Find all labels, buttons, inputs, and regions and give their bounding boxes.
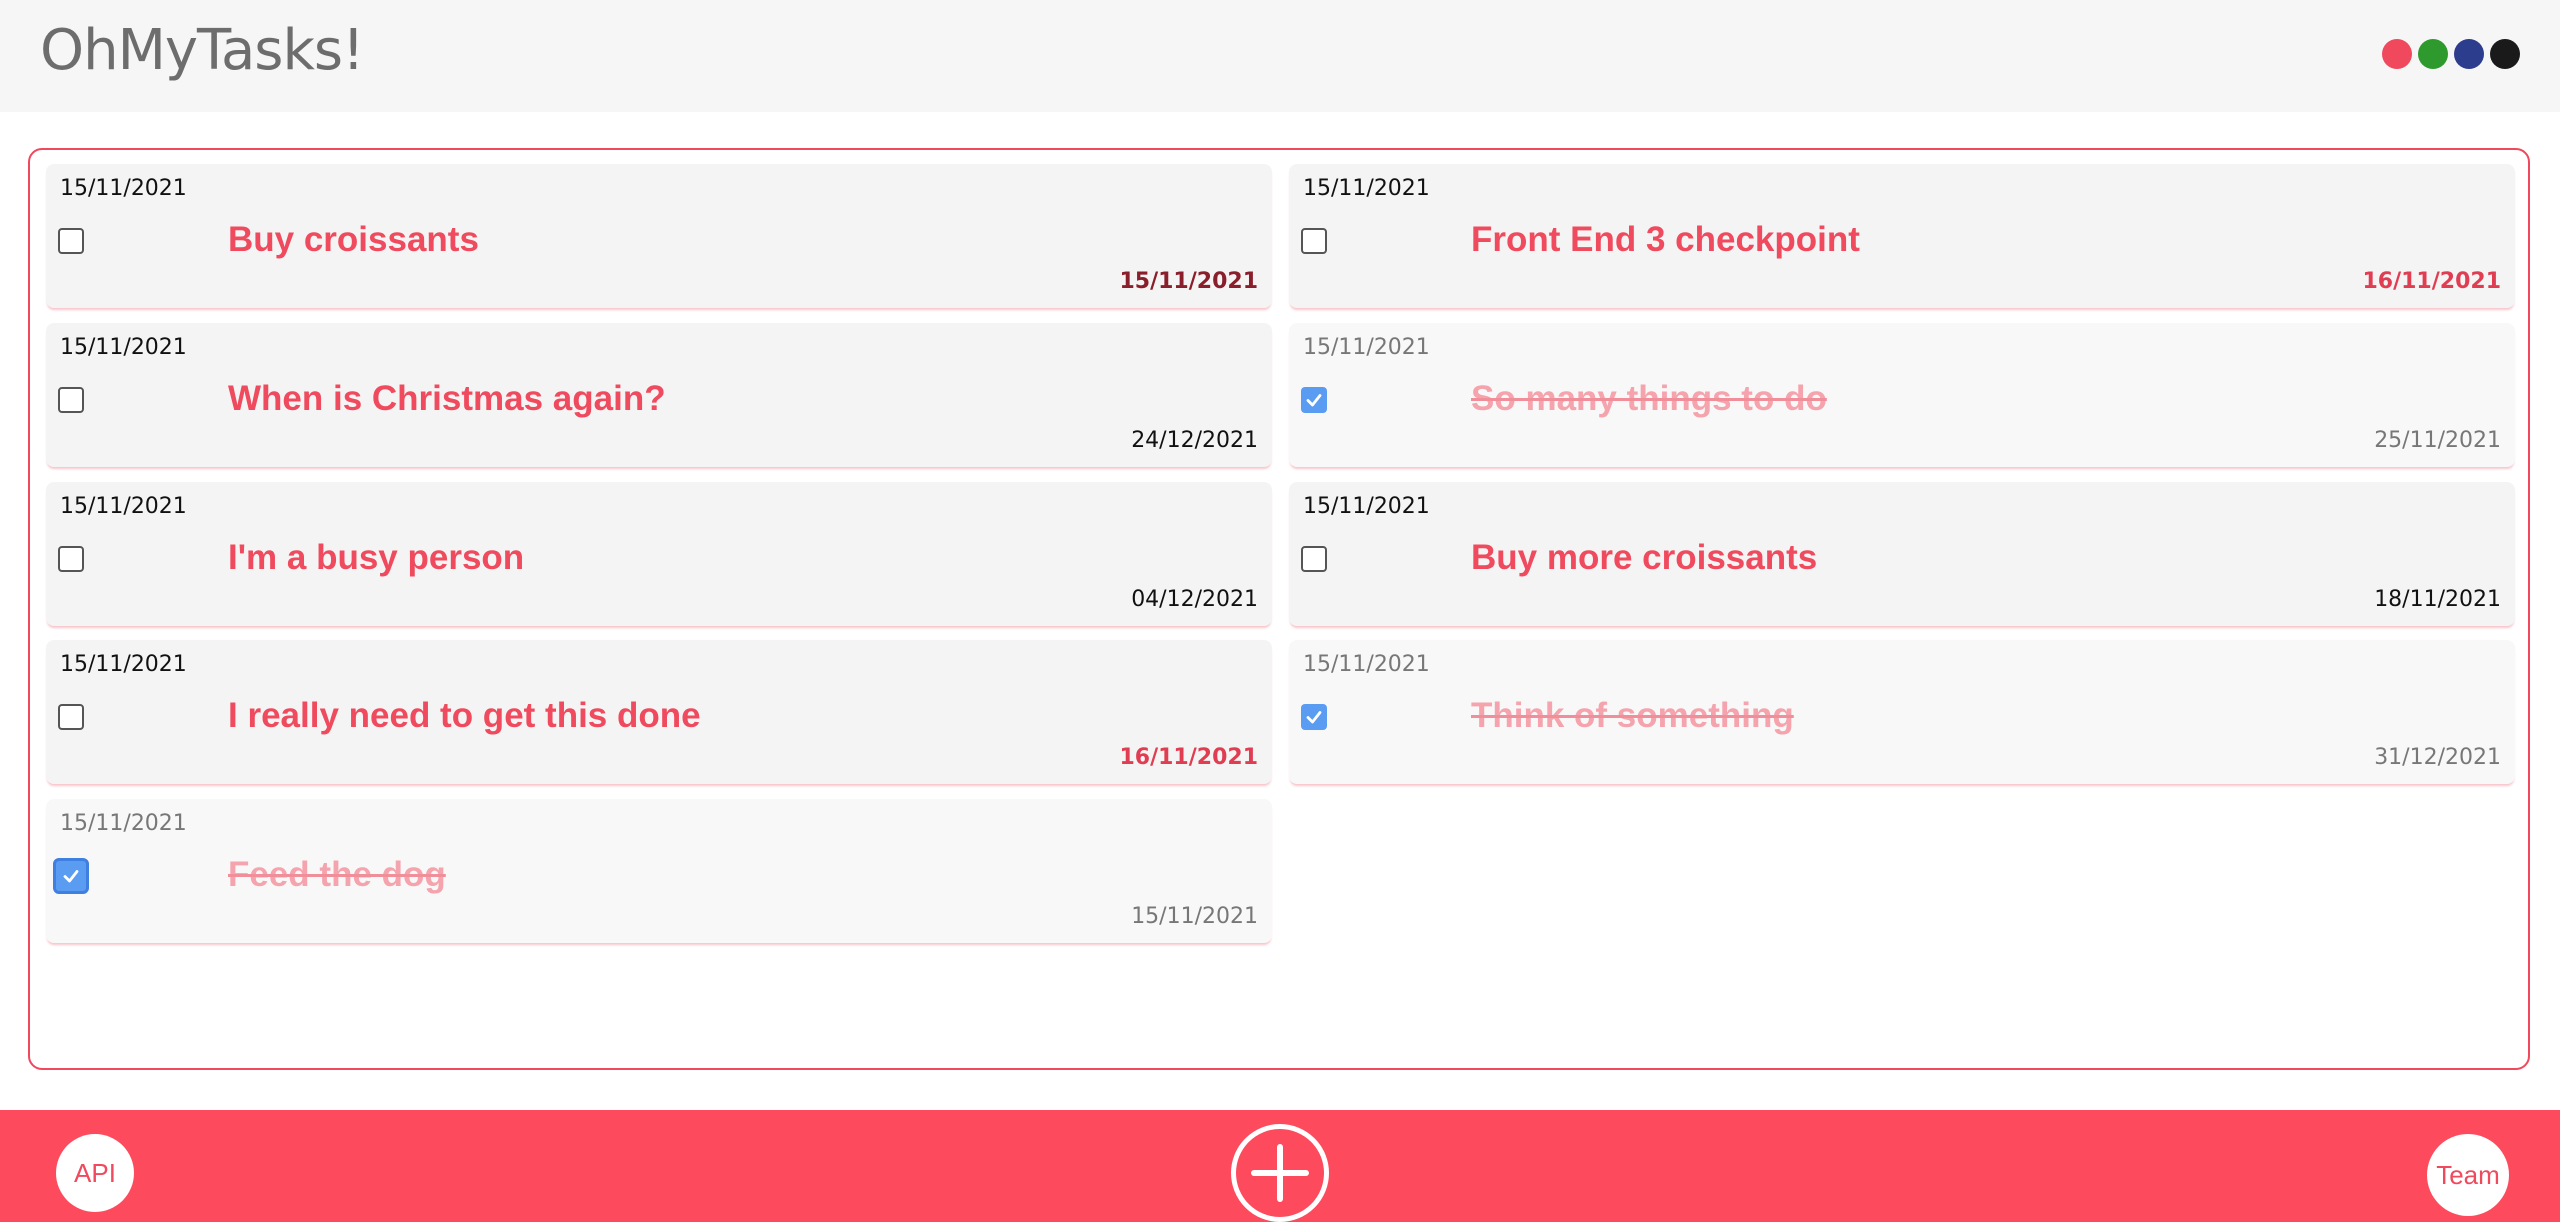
task-checkbox[interactable] <box>58 546 84 572</box>
app-title: OhMyTasks! <box>40 18 365 83</box>
theme-dot-black[interactable] <box>2490 39 2520 69</box>
task-created-date: 15/11/2021 <box>1303 335 1430 360</box>
task-created-date: 15/11/2021 <box>60 494 187 519</box>
task-created-date: 15/11/2021 <box>60 335 187 360</box>
theme-dot-red[interactable] <box>2382 39 2412 69</box>
task-checkbox[interactable] <box>1301 228 1327 254</box>
checkmark-icon <box>1306 394 1322 407</box>
task-title: I really need to get this done <box>228 696 701 735</box>
checkmark-icon <box>1306 711 1322 724</box>
task-created-date: 15/11/2021 <box>1303 176 1430 201</box>
task-title: Buy croissants <box>228 220 479 259</box>
task-checkbox[interactable] <box>53 858 89 894</box>
task-card: 15/11/2021 Buy croissants 15/11/2021 <box>46 164 1272 308</box>
add-task-button[interactable] <box>1231 1124 1329 1222</box>
task-checkbox[interactable] <box>58 387 84 413</box>
task-created-date: 15/11/2021 <box>60 811 187 836</box>
task-due-date: 31/12/2021 <box>2374 745 2501 770</box>
task-card: 15/11/2021 I really need to get this don… <box>46 640 1272 784</box>
app-footer: API Team <box>0 1110 2560 1222</box>
task-created-date: 15/11/2021 <box>1303 652 1430 677</box>
task-card: 15/11/2021 I'm a busy person 04/12/2021 <box>46 482 1272 626</box>
task-checkbox[interactable] <box>1301 387 1327 413</box>
theme-color-picker <box>2382 39 2520 69</box>
task-checkbox[interactable] <box>1301 546 1327 572</box>
task-card: 15/11/2021 Think of something 31/12/2021 <box>1289 640 2515 784</box>
task-due-date: 16/11/2021 <box>2362 269 2501 294</box>
task-title: So many things to do <box>1471 379 1827 418</box>
task-title: Front End 3 checkpoint <box>1471 220 1860 259</box>
task-due-date: 24/12/2021 <box>1131 428 1258 453</box>
task-card: 15/11/2021 So many things to do 25/11/20… <box>1289 323 2515 467</box>
checkmark-icon <box>63 870 79 883</box>
plus-circle-icon <box>1251 1144 1309 1202</box>
task-title: Feed the dog <box>228 855 446 894</box>
team-button[interactable]: Team <box>2427 1134 2509 1216</box>
task-board: 15/11/2021 Buy croissants 15/11/2021 15/… <box>28 148 2530 1070</box>
task-card: 15/11/2021 Front End 3 checkpoint 16/11/… <box>1289 164 2515 308</box>
task-title: When is Christmas again? <box>228 379 666 418</box>
task-due-date: 16/11/2021 <box>1119 745 1258 770</box>
task-checkbox[interactable] <box>1301 704 1327 730</box>
task-card: 15/11/2021 When is Christmas again? 24/1… <box>46 323 1272 467</box>
task-title: Think of something <box>1471 696 1794 735</box>
task-due-date: 04/12/2021 <box>1131 587 1258 612</box>
task-card: 15/11/2021 Buy more croissants 18/11/202… <box>1289 482 2515 626</box>
api-button[interactable]: API <box>56 1134 134 1212</box>
task-card: 15/11/2021 Feed the dog 15/11/2021 <box>46 799 1272 943</box>
task-due-date: 25/11/2021 <box>2374 428 2501 453</box>
task-checkbox[interactable] <box>58 704 84 730</box>
task-title: I'm a busy person <box>228 538 525 577</box>
task-checkbox[interactable] <box>58 228 84 254</box>
theme-dot-green[interactable] <box>2418 39 2448 69</box>
task-title: Buy more croissants <box>1471 538 1818 577</box>
app-header: OhMyTasks! <box>0 0 2560 112</box>
theme-dot-blue[interactable] <box>2454 39 2484 69</box>
task-created-date: 15/11/2021 <box>60 176 187 201</box>
task-due-date: 15/11/2021 <box>1119 269 1258 294</box>
task-created-date: 15/11/2021 <box>60 652 187 677</box>
task-created-date: 15/11/2021 <box>1303 494 1430 519</box>
task-due-date: 18/11/2021 <box>2374 587 2501 612</box>
task-due-date: 15/11/2021 <box>1131 904 1258 929</box>
